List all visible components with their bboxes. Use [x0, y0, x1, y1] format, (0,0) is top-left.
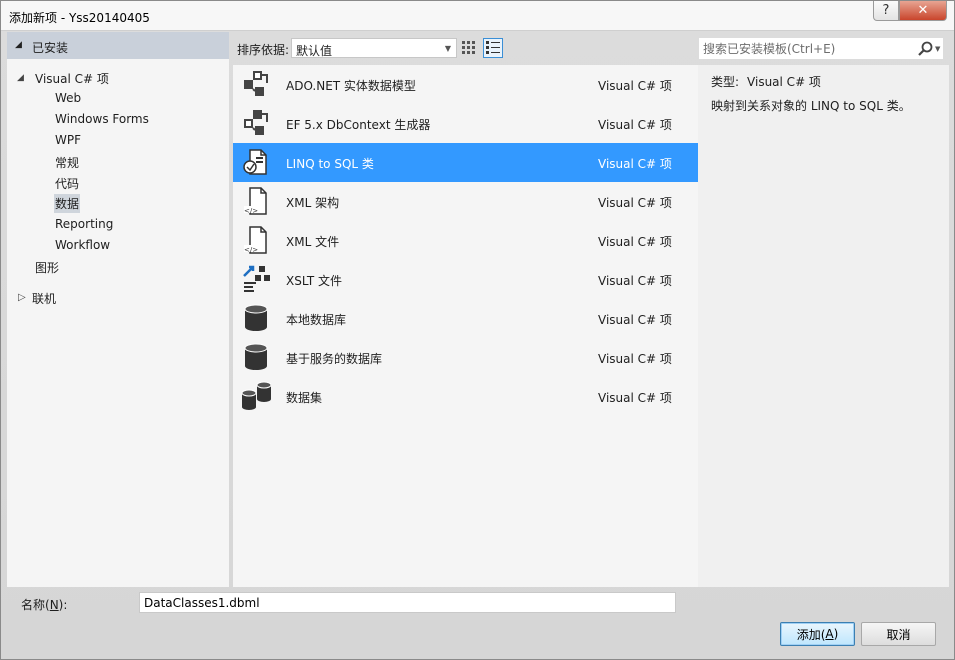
name-input[interactable] — [139, 592, 676, 613]
tree-item-data[interactable]: 数据 — [54, 194, 81, 213]
tree-item-code[interactable]: 代码 — [55, 175, 79, 192]
template-item-local-database[interactable]: 本地数据库 Visual C# 项 — [233, 299, 698, 338]
local-database-icon — [244, 304, 268, 331]
template-item-xml-schema[interactable]: </> XML 架构 Visual C# 项 — [233, 182, 698, 221]
item-name: XML 文件 — [286, 235, 340, 249]
name-label-suffix: ): — [58, 598, 68, 612]
name-label: 名称(N): — [21, 596, 67, 613]
name-label-prefix: 名称( — [21, 598, 50, 612]
window-title: 添加新项 - Yss20140405 — [9, 11, 150, 25]
cancel-button[interactable]: 取消 — [861, 622, 936, 646]
item-name: LINQ to SQL 类 — [286, 157, 374, 171]
item-name: 数据集 — [286, 391, 323, 405]
tree-item-web[interactable]: Web — [55, 91, 81, 105]
template-item-xml-file[interactable]: </> XML 文件 Visual C# 项 — [233, 221, 698, 260]
tree-item-workflow[interactable]: Workflow — [55, 238, 110, 252]
tree-item-general[interactable]: 常规 — [55, 154, 79, 171]
name-label-access-key: N — [49, 598, 59, 612]
svg-text:</>: </> — [244, 246, 258, 254]
sort-value: 默认值 — [296, 44, 333, 58]
tree-item-reporting[interactable]: Reporting — [55, 217, 113, 231]
template-item-xslt-file[interactable]: XSLT 文件 Visual C# 项 — [233, 260, 698, 299]
svg-text:</>: </> — [244, 207, 258, 215]
tree-item-visual-csharp[interactable]: Visual C# 项 — [35, 70, 109, 87]
tree-item-online[interactable]: 联机 — [32, 290, 56, 307]
dialog-body: ◢ 已安装 ◢ Visual C# 项 Web Windows Forms WP… — [7, 32, 949, 588]
item-name: XSLT 文件 — [286, 274, 343, 288]
template-item-service-database[interactable]: 基于服务的数据库 Visual C# 项 — [233, 338, 698, 377]
add-label-prefix: 添加( — [796, 627, 826, 642]
item-name: XML 架构 — [286, 196, 340, 210]
item-type: Visual C# 项 — [598, 352, 672, 366]
item-type: Visual C# 项 — [598, 235, 672, 249]
item-type: Visual C# 项 — [598, 196, 672, 210]
list-view-icon — [486, 41, 500, 54]
installed-label: 已安装 — [32, 41, 69, 55]
item-type: Visual C# 项 — [598, 118, 672, 132]
search-box: ▼ — [698, 37, 944, 60]
search-options-dropdown-icon[interactable]: ▼ — [935, 45, 940, 53]
add-button[interactable]: 添加(A) — [780, 622, 855, 646]
item-name: ADO.NET 实体数据模型 — [286, 79, 416, 93]
details-panel: 类型: Visual C# 项 映射到关系对象的 LINQ to SQL 类。 — [698, 65, 949, 587]
type-key: 类型: — [711, 75, 740, 89]
chevron-down-icon: ▼ — [444, 44, 451, 53]
search-input[interactable] — [703, 40, 908, 57]
expand-arrow-icon[interactable]: ◢ — [17, 73, 24, 83]
help-icon: ? — [882, 3, 890, 18]
sort-label: 排序依据: — [237, 43, 290, 57]
add-access-key: A — [825, 627, 834, 641]
template-list: ADO.NET 实体数据模型 Visual C# 项 EF 5.x DbCont… — [233, 65, 698, 587]
tree-item-wpf[interactable]: WPF — [55, 133, 81, 147]
grid-view-button[interactable] — [459, 38, 479, 58]
service-database-icon — [244, 343, 268, 370]
template-item-linq-to-sql[interactable]: LINQ to SQL 类 Visual C# 项 — [233, 143, 698, 182]
item-type: Visual C# 项 — [598, 274, 672, 288]
item-type: Visual C# 项 — [598, 79, 672, 93]
dbcontext-generator-icon — [244, 110, 268, 135]
xslt-file-icon — [243, 265, 270, 292]
template-item-ef-dbcontext[interactable]: EF 5.x DbContext 生成器 Visual C# 项 — [233, 104, 698, 143]
expand-right-arrow-icon[interactable]: ▷ — [18, 292, 26, 303]
xml-file-icon: </> — [244, 226, 267, 254]
tree-item-windows-forms[interactable]: Windows Forms — [55, 112, 149, 126]
type-value: Visual C# 项 — [747, 75, 821, 89]
collapse-arrow-icon: ◢ — [15, 40, 22, 50]
item-name: EF 5.x DbContext 生成器 — [286, 118, 431, 132]
template-tree: ◢ 已安装 ◢ Visual C# 项 Web Windows Forms WP… — [7, 32, 229, 587]
installed-header[interactable]: ◢ 已安装 — [7, 32, 229, 59]
entity-model-icon — [244, 71, 268, 96]
add-label-suffix: ) — [833, 627, 839, 641]
xml-schema-icon: </> — [244, 187, 267, 215]
list-view-button[interactable] — [483, 38, 503, 58]
item-type: Visual C# 项 — [598, 157, 672, 171]
item-name: 本地数据库 — [286, 313, 347, 327]
linq-to-sql-icon — [243, 149, 267, 175]
close-icon: ✕ — [917, 3, 929, 18]
item-name: 基于服务的数据库 — [286, 352, 383, 366]
item-type: Visual C# 项 — [598, 313, 672, 327]
item-type: Visual C# 项 — [598, 391, 672, 405]
dataset-icon — [241, 381, 271, 410]
tree-item-graphics[interactable]: 图形 — [35, 259, 59, 276]
sort-dropdown[interactable]: 默认值 ▼ — [291, 38, 457, 58]
title-bar: 添加新项 - Yss20140405 ? ✕ — [1, 1, 954, 31]
close-button[interactable]: ✕ — [899, 1, 947, 21]
type-line: 类型: Visual C# 项 — [711, 73, 821, 90]
item-description: 映射到关系对象的 LINQ to SQL 类。 — [711, 99, 911, 113]
grid-view-icon — [462, 41, 475, 54]
search-icon[interactable] — [917, 41, 933, 57]
add-new-item-dialog: 添加新项 - Yss20140405 ? ✕ ◢ 已安装 ◢ Visual C#… — [0, 0, 955, 660]
template-item-ado-net[interactable]: ADO.NET 实体数据模型 Visual C# 项 — [233, 65, 698, 104]
help-button[interactable]: ? — [873, 1, 899, 21]
template-item-dataset[interactable]: 数据集 Visual C# 项 — [233, 377, 698, 416]
